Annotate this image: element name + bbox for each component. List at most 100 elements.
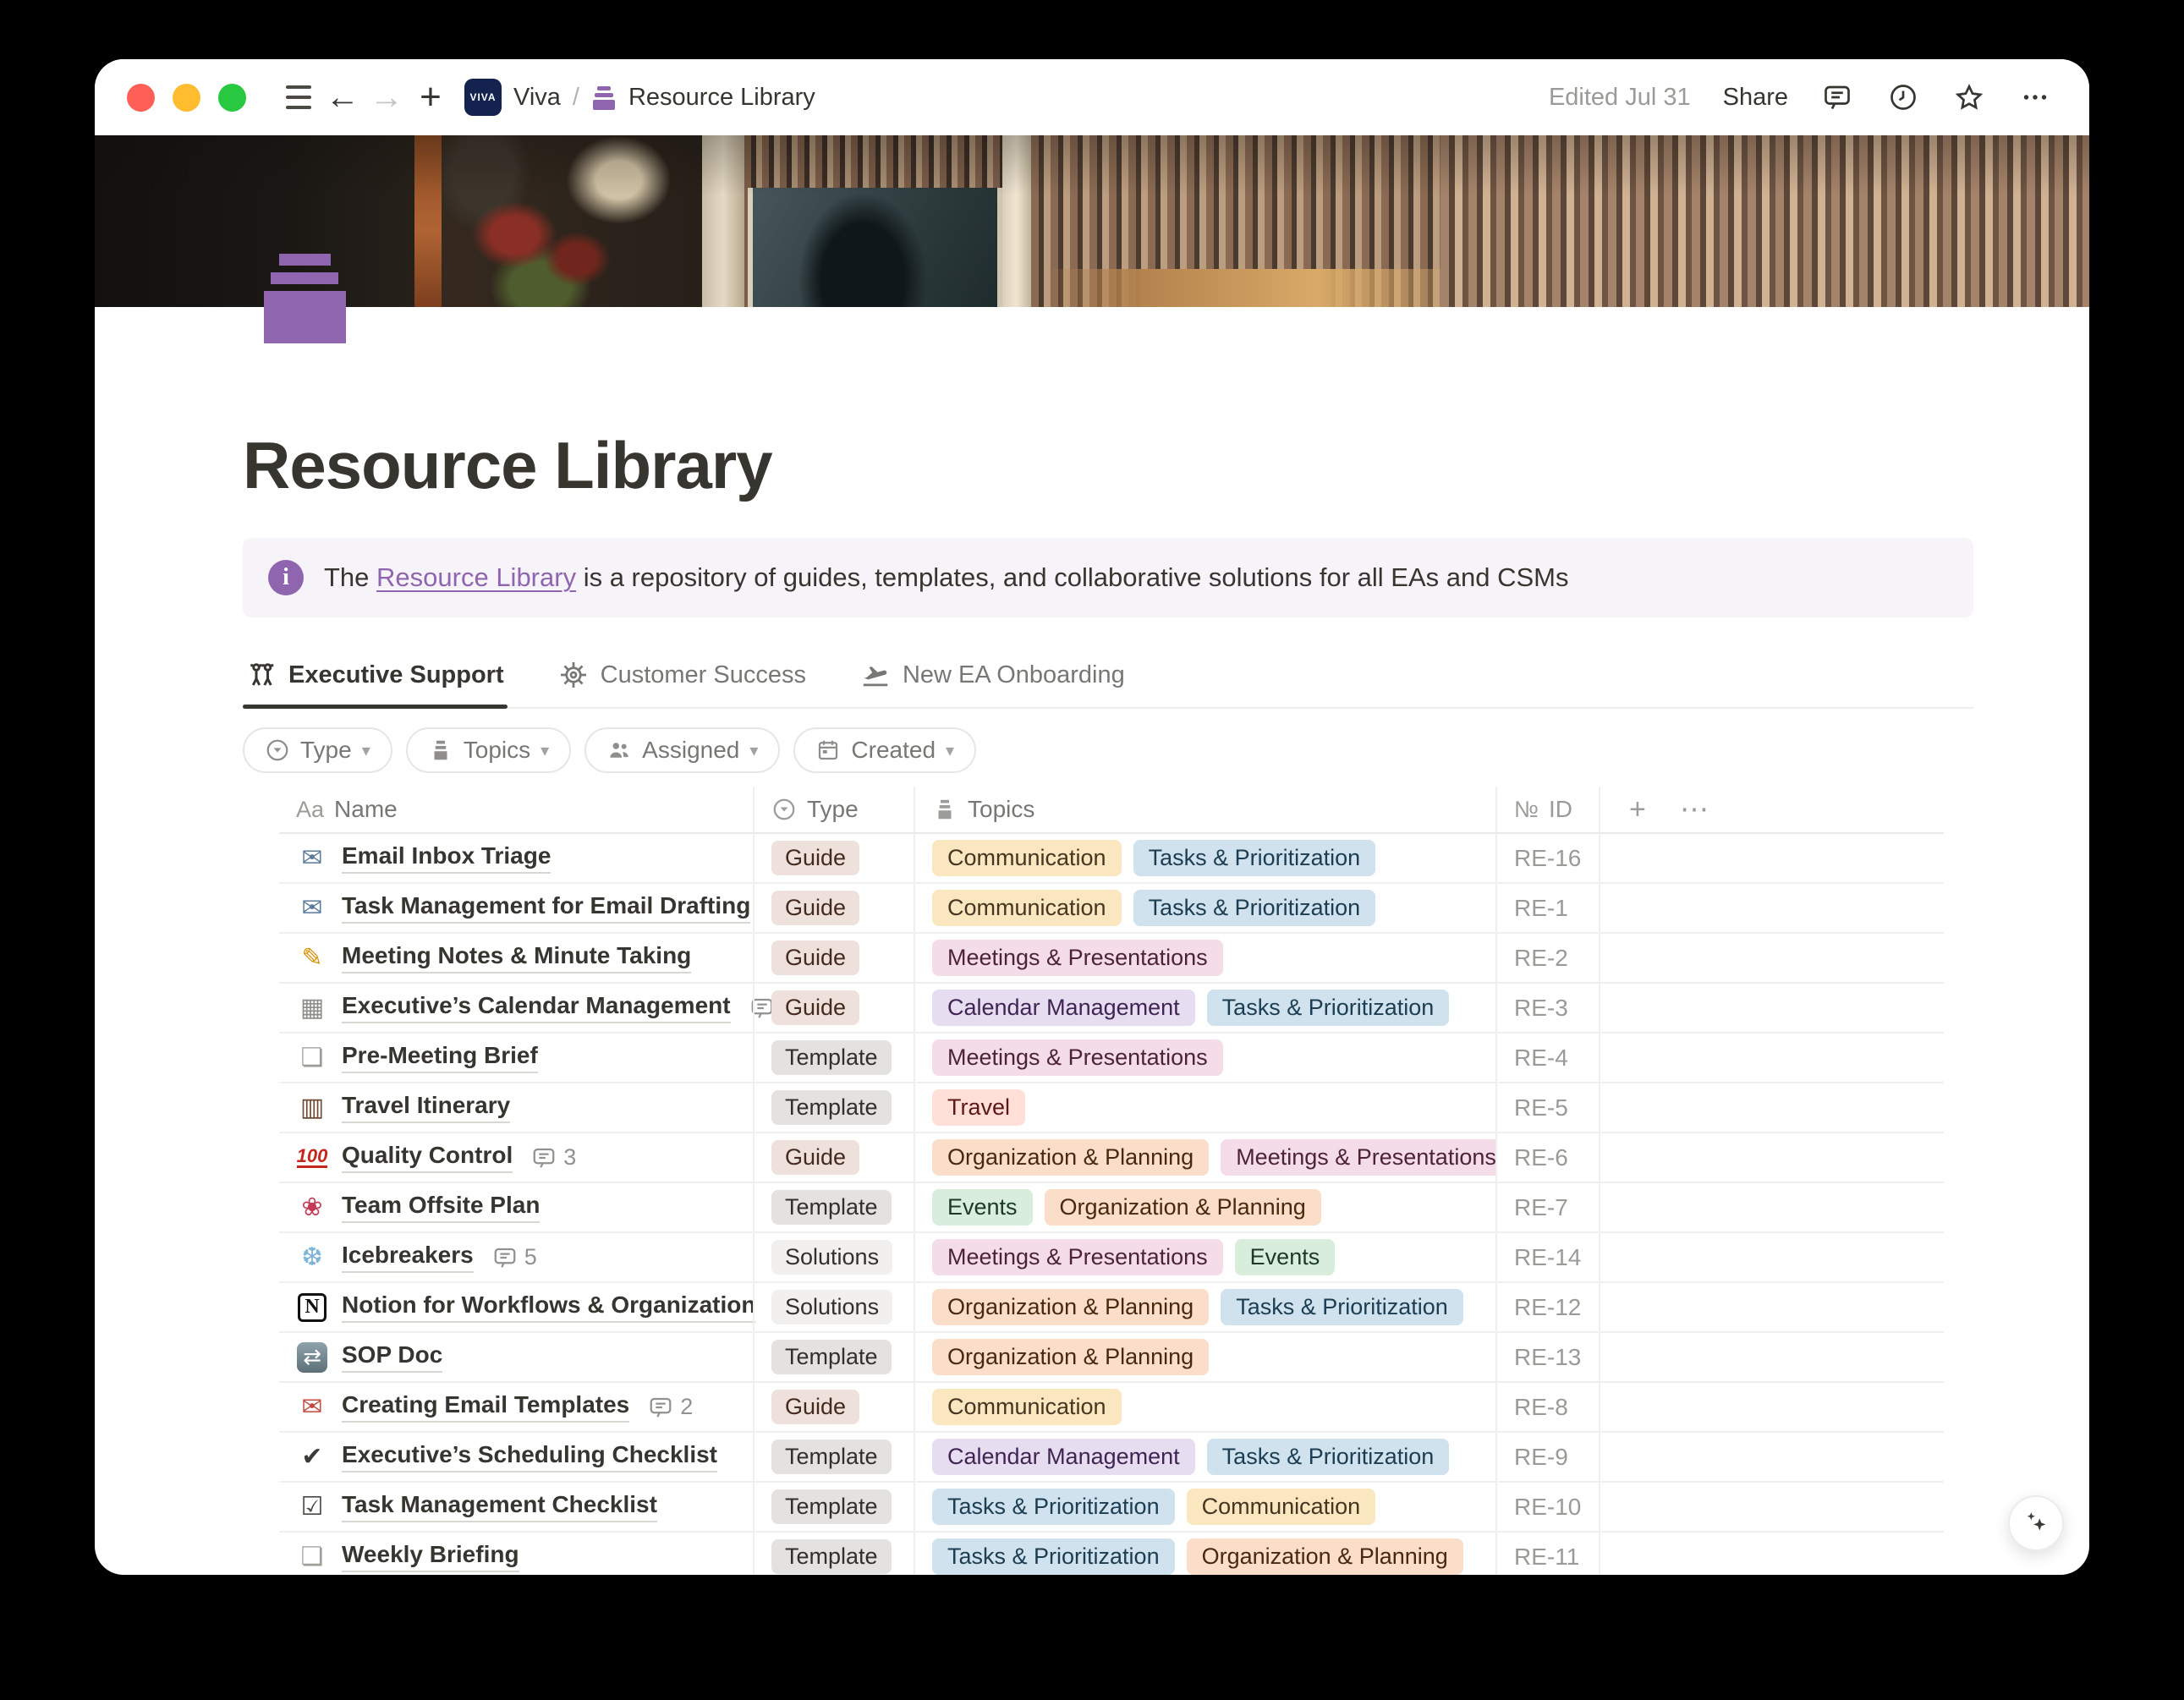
table-row[interactable]: ❏Weekly BriefingTemplateTasks & Prioriti… — [279, 1533, 1944, 1575]
id-cell[interactable]: RE-7 — [1495, 1183, 1599, 1231]
id-cell[interactable]: RE-3 — [1495, 984, 1599, 1032]
column-header-topics[interactable]: Topics — [914, 787, 1495, 832]
type-cell[interactable]: Template — [753, 1183, 914, 1231]
comment-count[interactable]: 5 — [492, 1244, 537, 1270]
page-link[interactable]: Task Management Checklist — [342, 1491, 657, 1522]
page-link[interactable]: Executive’s Calendar Management — [342, 992, 731, 1023]
type-cell[interactable]: Guide — [753, 884, 914, 932]
id-cell[interactable]: RE-2 — [1495, 934, 1599, 982]
sidebar-toggle-button[interactable] — [277, 75, 321, 119]
minimize-window-button[interactable] — [173, 84, 200, 112]
comment-count[interactable]: 2 — [648, 1394, 693, 1420]
name-cell[interactable]: ❆Icebreakers5 — [279, 1233, 753, 1281]
table-row[interactable]: ▦Executive’s Calendar Management1GuideCa… — [279, 984, 1944, 1034]
id-cell[interactable]: RE-13 — [1495, 1333, 1599, 1381]
filter-type[interactable]: Type▾ — [243, 727, 392, 773]
page-link[interactable]: Executive’s Scheduling Checklist — [342, 1441, 717, 1472]
type-cell[interactable]: Guide — [753, 934, 914, 982]
table-row[interactable]: ✎Meeting Notes & Minute TakingGuideMeeti… — [279, 934, 1944, 984]
table-row[interactable]: ✔Executive’s Scheduling ChecklistTemplat… — [279, 1433, 1944, 1483]
page-link[interactable]: Travel Itinerary — [342, 1092, 510, 1123]
type-cell[interactable]: Template — [753, 1533, 914, 1575]
table-row[interactable]: ❀Team Offsite PlanTemplateEventsOrganiza… — [279, 1183, 1944, 1233]
topics-cell[interactable]: Tasks & PrioritizationCommunication — [914, 1483, 1495, 1531]
workspace-logo[interactable]: VIVA — [464, 79, 502, 116]
column-header-type[interactable]: Type — [753, 787, 914, 832]
topics-cell[interactable]: Travel — [914, 1083, 1495, 1132]
tab-customer-success[interactable]: Customer Success — [555, 648, 809, 707]
topics-cell[interactable]: EventsOrganization & Planning — [914, 1183, 1495, 1231]
page-link[interactable]: Meeting Notes & Minute Taking — [342, 942, 691, 973]
table-more-button[interactable]: ⋯ — [1668, 792, 1720, 826]
id-cell[interactable]: RE-14 — [1495, 1233, 1599, 1281]
type-cell[interactable]: Guide — [753, 1383, 914, 1431]
close-window-button[interactable] — [127, 84, 155, 112]
favorite-button[interactable] — [1952, 80, 1986, 114]
page-link[interactable]: Email Inbox Triage — [342, 842, 551, 874]
name-cell[interactable]: ⇄SOP Doc — [279, 1333, 753, 1381]
page-link[interactable]: Quality Control — [342, 1142, 513, 1173]
id-cell[interactable]: RE-16 — [1495, 834, 1599, 882]
type-cell[interactable]: Guide — [753, 984, 914, 1032]
id-cell[interactable]: RE-10 — [1495, 1483, 1599, 1531]
back-button[interactable]: ← — [321, 75, 365, 119]
share-button[interactable]: Share — [1723, 84, 1788, 112]
topics-cell[interactable]: Calendar ManagementTasks & Prioritizatio… — [914, 984, 1495, 1032]
topics-cell[interactable]: Tasks & PrioritizationOrganization & Pla… — [914, 1533, 1495, 1575]
table-row[interactable]: 100Quality Control3GuideOrganization & P… — [279, 1133, 1944, 1183]
name-cell[interactable]: ▦Executive’s Calendar Management1 — [279, 984, 753, 1032]
type-cell[interactable]: Template — [753, 1034, 914, 1082]
topics-cell[interactable]: Meetings & Presentations — [914, 934, 1495, 982]
id-cell[interactable]: RE-6 — [1495, 1133, 1599, 1182]
name-cell[interactable]: NNotion for Workflows & Organization — [279, 1283, 753, 1331]
name-cell[interactable]: ✎Meeting Notes & Minute Taking — [279, 934, 753, 982]
table-row[interactable]: NNotion for Workflows & OrganizationSolu… — [279, 1283, 1944, 1333]
comment-count[interactable]: 3 — [531, 1144, 576, 1171]
id-cell[interactable]: RE-12 — [1495, 1283, 1599, 1331]
type-cell[interactable]: Template — [753, 1333, 914, 1381]
page-link[interactable]: Team Offsite Plan — [342, 1192, 540, 1223]
type-cell[interactable]: Guide — [753, 1133, 914, 1182]
filter-topics[interactable]: Topics▾ — [406, 727, 571, 773]
topics-cell[interactable]: CommunicationTasks & Prioritization — [914, 834, 1495, 882]
breadcrumb-workspace[interactable]: Viva — [513, 84, 561, 112]
topics-cell[interactable]: Calendar ManagementTasks & Prioritizatio… — [914, 1433, 1495, 1481]
id-cell[interactable]: RE-5 — [1495, 1083, 1599, 1132]
id-cell[interactable]: RE-8 — [1495, 1383, 1599, 1431]
filter-created[interactable]: Created▾ — [793, 727, 976, 773]
page-link[interactable]: Icebreakers — [342, 1242, 474, 1273]
breadcrumb-page[interactable]: Resource Library — [628, 84, 815, 112]
name-cell[interactable]: ☑Task Management Checklist — [279, 1483, 753, 1531]
name-cell[interactable]: ❀Team Offsite Plan — [279, 1183, 753, 1231]
type-cell[interactable]: Solutions — [753, 1283, 914, 1331]
name-cell[interactable]: ✔Executive’s Scheduling Checklist — [279, 1433, 753, 1481]
page-link[interactable]: SOP Doc — [342, 1341, 442, 1373]
filter-assigned[interactable]: Assigned▾ — [584, 727, 780, 773]
name-cell[interactable]: ✉Creating Email Templates2 — [279, 1383, 753, 1431]
notion-ai-button[interactable] — [2008, 1495, 2064, 1551]
table-row[interactable]: ✉Task Management for Email DraftingGuide… — [279, 884, 1944, 934]
type-cell[interactable]: Template — [753, 1433, 914, 1481]
table-row[interactable]: ▥Travel ItineraryTemplateTravelRE-5 — [279, 1083, 1944, 1133]
table-row[interactable]: ❏Pre-Meeting BriefTemplateMeetings & Pre… — [279, 1034, 1944, 1083]
type-cell[interactable]: Template — [753, 1483, 914, 1531]
page-link[interactable]: Notion for Workflows & Organization — [342, 1291, 755, 1323]
name-cell[interactable]: ▥Travel Itinerary — [279, 1083, 753, 1132]
name-cell[interactable]: ✉Email Inbox Triage — [279, 834, 753, 882]
resource-library-link[interactable]: Resource Library — [376, 562, 576, 592]
table-row[interactable]: ✉Email Inbox TriageGuideCommunicationTas… — [279, 834, 1944, 884]
table-row[interactable]: ❆Icebreakers5SolutionsMeetings & Present… — [279, 1233, 1944, 1283]
more-options-button[interactable] — [2018, 80, 2052, 114]
comments-button[interactable] — [1820, 80, 1854, 114]
page-link[interactable]: Weekly Briefing — [342, 1541, 519, 1572]
new-page-button[interactable]: + — [409, 75, 453, 119]
id-cell[interactable]: RE-4 — [1495, 1034, 1599, 1082]
type-cell[interactable]: Solutions — [753, 1233, 914, 1281]
name-cell[interactable]: ✉Task Management for Email Drafting — [279, 884, 753, 932]
add-column-button[interactable]: + — [1617, 793, 1658, 826]
column-header-id[interactable]: № ID — [1495, 787, 1599, 832]
page-link[interactable]: Pre-Meeting Brief — [342, 1042, 538, 1073]
table-row[interactable]: ☑Task Management ChecklistTemplateTasks … — [279, 1483, 1944, 1533]
name-cell[interactable]: ❏Weekly Briefing — [279, 1533, 753, 1575]
name-cell[interactable]: 100Quality Control3 — [279, 1133, 753, 1182]
